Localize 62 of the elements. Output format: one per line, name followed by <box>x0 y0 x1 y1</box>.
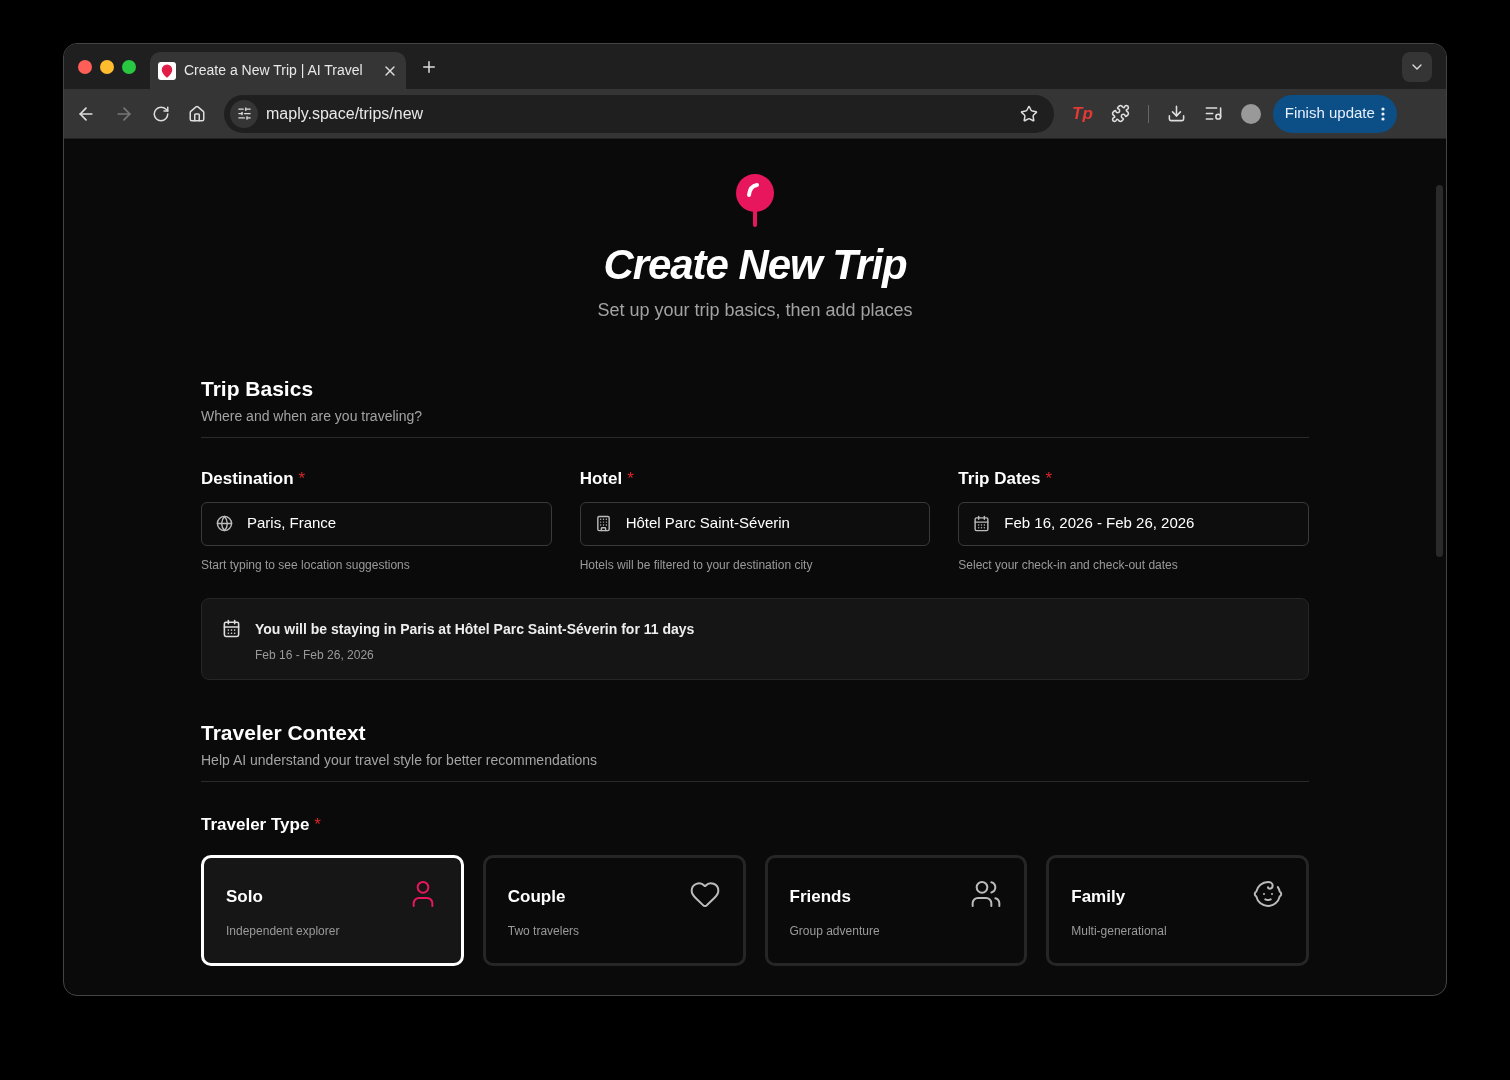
page-title: Create New Trip <box>603 241 907 289</box>
traveler-type-card[interactable]: Solo Independent explorer <box>201 855 464 966</box>
tab-search-button[interactable] <box>1402 51 1432 82</box>
field-label: Trip Dates <box>958 468 1041 490</box>
address-bar[interactable]: maply.space/trips/new <box>224 94 1054 133</box>
field-label: Destination <box>201 468 294 490</box>
more-icon <box>1380 106 1385 121</box>
card-title: Friends <box>789 886 852 908</box>
card-title: Family <box>1071 886 1127 908</box>
field-hint: Select your check-in and check-out dates <box>958 556 1179 574</box>
card-description: Multi-generational <box>1071 922 1167 940</box>
field-hint: Start typing to see location suggestions <box>201 556 411 574</box>
input-field[interactable]: Hôtel Parc Saint-Séverin <box>579 501 931 546</box>
section-title: Trip Basics <box>201 376 315 402</box>
card-title: Solo <box>226 886 264 908</box>
tab-title: Create a New Trip | AI Travel <box>184 61 364 80</box>
required-mark: * <box>298 468 306 490</box>
browser-tab[interactable]: Create a New Trip | AI Travel <box>150 52 406 89</box>
bookmark-star-icon[interactable] <box>1020 104 1038 123</box>
calendar-icon <box>222 618 241 638</box>
input-field[interactable]: Paris, France <box>201 501 552 546</box>
field-hint: Hotels will be filtered to your destination city <box>579 556 814 574</box>
required-mark: * <box>627 468 634 490</box>
site-settings-button[interactable] <box>230 99 258 128</box>
traveler-type-card[interactable]: Friends Group adventure <box>764 855 1028 966</box>
download-icon[interactable] <box>1166 104 1186 123</box>
section-title: Traveler Context <box>201 719 367 746</box>
profile-avatar[interactable] <box>1240 103 1261 124</box>
card-description: Two travelers <box>507 922 580 940</box>
field-label: Traveler Type <box>201 813 310 836</box>
media-icon[interactable] <box>1203 104 1223 123</box>
summary-text: You will be staying in Paris at Hôtel Parc Saint-Séverin for 11 days <box>255 619 695 639</box>
finish-update-button[interactable]: Finish update <box>1272 94 1397 133</box>
summary-dates: Feb 16 - Feb 26, 2026 <box>255 646 375 664</box>
section-subtitle: Where and when are you traveling? <box>201 407 424 426</box>
building-icon <box>594 515 612 532</box>
card-description: Group adventure <box>789 922 880 940</box>
reload-icon[interactable] <box>152 104 170 123</box>
section-subtitle: Help AI understand your travel style for better recommendations <box>201 750 599 770</box>
card-title: Couple <box>507 886 567 908</box>
minimize-window-button[interactable] <box>100 59 114 74</box>
traveler-type-card[interactable]: Family Multi-generational <box>1046 855 1309 966</box>
calendar-icon <box>973 515 991 532</box>
globe-icon <box>216 515 233 532</box>
input-field[interactable]: Feb 16, 2026 - Feb 26, 2026 <box>958 501 1309 546</box>
traveler-type-card[interactable]: Couple Two travelers <box>482 855 746 966</box>
card-description: Independent explorer <box>226 922 340 940</box>
extensions-icon[interactable] <box>1110 104 1130 123</box>
page-subtitle: Set up your trip basics, then add places <box>597 299 913 322</box>
home-icon[interactable] <box>188 104 206 123</box>
field-label: Hotel <box>579 468 623 490</box>
scrollbar[interactable] <box>1436 185 1443 557</box>
map-pin-logo <box>735 173 775 229</box>
maximize-window-button[interactable] <box>122 59 136 74</box>
favicon <box>158 61 176 80</box>
close-window-button[interactable] <box>78 59 92 74</box>
baby-face-icon <box>1252 878 1284 910</box>
required-mark: * <box>1045 468 1053 490</box>
required-mark: * <box>314 813 321 836</box>
url-text: maply.space/trips/new <box>266 103 425 124</box>
people-icon <box>970 878 1003 910</box>
sliders-icon <box>236 106 252 121</box>
